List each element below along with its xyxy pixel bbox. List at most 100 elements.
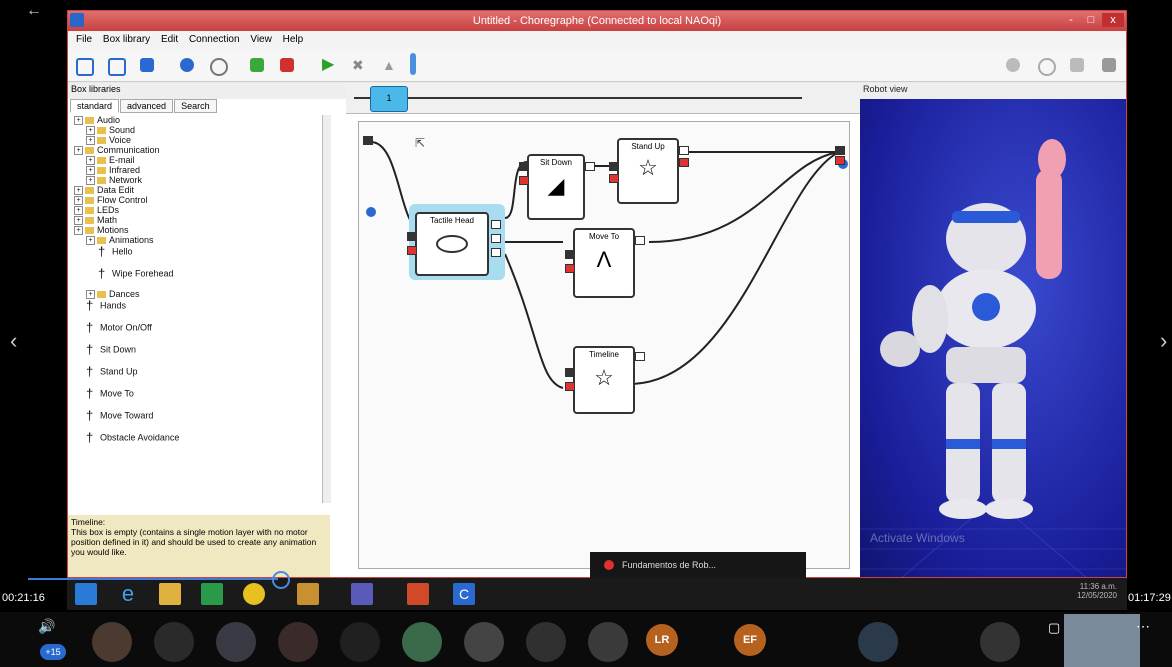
diagram-output-pin[interactable] [835,146,845,155]
maximize-button[interactable]: □ [1082,13,1100,27]
expand-toggle-icon[interactable]: + [74,216,83,226]
participant-avatar[interactable] [464,622,504,662]
undo-icon[interactable] [180,58,194,72]
box-timeline[interactable]: Timeline ☆ [573,346,635,414]
play-icon[interactable]: ▶ [322,57,336,73]
tree-folder[interactable]: + Dances [86,289,140,300]
save-project-icon[interactable] [140,58,154,72]
tree-folder[interactable]: + Animations [86,235,154,246]
output-pin[interactable] [585,162,595,171]
stop-icon[interactable]: ✖ [352,58,366,72]
menu-view[interactable]: View [250,34,272,45]
expand-toggle-icon[interactable]: + [74,226,83,236]
expand-toggle-icon[interactable]: + [86,166,95,176]
video-progress[interactable] [28,578,278,580]
chrome-icon[interactable] [243,583,265,605]
tree-folder[interactable]: + Audio [74,115,120,126]
new-project-icon[interactable] [76,58,94,76]
output-pin[interactable] [491,220,501,229]
menu-file[interactable]: File [76,34,92,45]
flow-canvas[interactable]: Tactile Head Sit Down ◢ Stand Up ☆ Move … [358,121,850,569]
tree-folder[interactable]: + Voice [86,135,131,146]
expand-toggle-icon[interactable]: + [86,156,95,166]
participant-avatar[interactable] [402,622,442,662]
menu-connection[interactable]: Connection [189,34,240,45]
input-pin[interactable] [407,232,417,241]
participant-avatar[interactable] [216,622,256,662]
wake-up-icon[interactable] [1038,58,1056,76]
input-pin[interactable] [519,162,529,171]
participant-avatar[interactable] [340,622,380,662]
tree-folder[interactable]: + Sound [86,125,135,136]
diagram-input-pin[interactable] [363,136,373,145]
tree-folder[interactable]: + E-mail [86,155,135,166]
open-project-icon[interactable] [108,58,126,76]
menu-help[interactable]: Help [283,34,304,45]
tree-box-item[interactable]: † Obstacle Avoidance [86,431,179,445]
tree-box-item[interactable]: † Hands [86,299,126,313]
participant-avatar[interactable] [526,622,566,662]
back-arrow-icon[interactable]: ← [26,2,42,20]
expand-toggle-icon[interactable]: + [74,186,83,196]
timeline-marker[interactable]: 1 [370,86,408,112]
box-sit-down[interactable]: Sit Down ◢ [527,154,585,220]
screen-share-icon[interactable]: ▢ [1048,620,1060,636]
tree-folder[interactable]: + Infrared [86,165,140,176]
input-pin[interactable] [565,368,575,377]
seek-handle[interactable] [272,571,290,589]
box-tactile-head[interactable]: Tactile Head [415,212,489,276]
tree-folder[interactable]: + Network [86,175,142,186]
previous-slide-icon[interactable]: ‹ [10,328,17,354]
powerpoint-icon[interactable] [407,583,429,605]
debug-icon[interactable]: ▲ [382,58,396,72]
expand-toggle-icon[interactable]: + [74,146,83,156]
input-pin[interactable] [565,250,575,259]
participant-avatar[interactable] [92,622,132,662]
expand-toggle-icon[interactable]: + [86,236,95,246]
expand-toggle-icon[interactable]: + [74,196,83,206]
choregraphe-taskbar-icon[interactable]: C [453,583,475,605]
participant-initials-avatar[interactable]: LR [646,624,678,656]
expand-toggle-icon[interactable]: + [86,176,95,186]
internet-explorer-icon[interactable]: e [117,583,139,605]
output-pin[interactable] [635,352,645,361]
stop-pin[interactable] [609,174,619,183]
participant-avatar[interactable] [588,622,628,662]
tab-standard[interactable]: standard [70,99,120,113]
expand-toggle-icon[interactable]: + [86,126,95,136]
output-pin[interactable] [491,234,501,243]
tree-folder[interactable]: + Math [74,215,117,226]
input-pin[interactable] [609,162,619,171]
diagram-stop-pin[interactable] [835,156,845,165]
tree-box-item[interactable]: † Motor On/Off [86,321,152,335]
stop-pin[interactable] [519,176,529,185]
tree-box-item[interactable]: † Stand Up [86,365,138,379]
next-slide-icon[interactable]: › [1160,328,1167,354]
tree-folder[interactable]: + LEDs [74,205,119,216]
expand-toggle-icon[interactable]: + [74,116,83,126]
tree-folder[interactable]: + Data Edit [74,185,134,196]
tree-folder[interactable]: + Communication [74,145,160,156]
error-pin[interactable] [679,158,689,167]
participant-avatar[interactable] [980,622,1020,662]
disconnect-icon[interactable] [280,58,294,72]
file-explorer-icon[interactable] [159,583,181,605]
presentation-popup[interactable]: Fundamentos de Rob... [590,552,806,578]
participant-avatar[interactable] [858,622,898,662]
app-icon[interactable] [297,583,319,605]
menu-edit[interactable]: Edit [161,34,178,45]
tree-scrollbar[interactable] [322,115,331,503]
tree-box-item[interactable]: † Sit Down [86,343,136,357]
stop-pin[interactable] [407,246,417,255]
box-move-to[interactable]: Move To Λ [573,228,635,298]
participant-initials-avatar[interactable]: EF [734,624,766,656]
stop-pin[interactable] [565,264,575,273]
more-options-icon[interactable]: ⋯ [1136,618,1150,635]
tab-search[interactable]: Search [174,99,217,113]
output-pin[interactable] [491,248,501,257]
minimize-button[interactable]: - [1062,13,1080,27]
tree-folder[interactable]: + Motions [74,225,129,236]
menu-box-library[interactable]: Box library [103,34,150,45]
autonomous-life-icon[interactable] [1070,58,1084,72]
tab-advanced[interactable]: advanced [120,99,174,113]
